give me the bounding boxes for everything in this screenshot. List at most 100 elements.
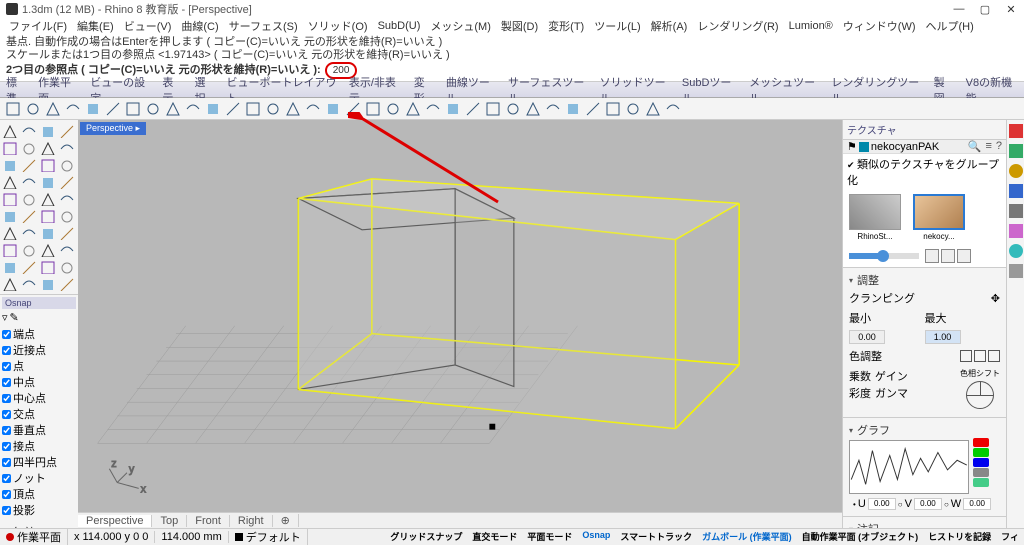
menu-item[interactable]: メッシュ(M) [425, 18, 496, 34]
sidebar-tool[interactable] [57, 173, 76, 190]
status-toggle[interactable]: 直交モード [467, 530, 522, 543]
sidebar-tool[interactable] [57, 156, 76, 173]
cplane-label[interactable]: 作業平面 [17, 529, 61, 545]
sidebar-tool[interactable] [38, 122, 57, 139]
menu-item[interactable]: 編集(E) [72, 18, 119, 34]
panel-render-icon[interactable] [1009, 124, 1023, 138]
osnap-lasso-icon[interactable]: ✎ [10, 311, 19, 324]
osnap-item[interactable]: 頂点 [2, 486, 76, 502]
sidebar-tool[interactable] [19, 173, 38, 190]
toolbar-button[interactable] [44, 100, 62, 118]
group-similar-label[interactable]: 類似のテクスチャをグループ化 [847, 159, 999, 187]
toolbar-button[interactable] [84, 100, 102, 118]
menu-item[interactable]: 変形(T) [543, 18, 589, 34]
hue-dial[interactable] [966, 381, 994, 409]
panel-props-icon[interactable] [1009, 204, 1023, 218]
toolbar-button[interactable] [624, 100, 642, 118]
toolbar-button[interactable] [304, 100, 322, 118]
viewport-area[interactable]: Perspective ▸ [78, 120, 842, 528]
sidebar-tool[interactable] [19, 139, 38, 156]
osnap-item[interactable]: 点 [2, 358, 76, 374]
maximize-button[interactable]: ▢ [978, 2, 992, 16]
toolbar-button[interactable] [284, 100, 302, 118]
toolbar-button[interactable] [4, 100, 22, 118]
toolbar-button[interactable] [604, 100, 622, 118]
search-icon[interactable]: 🔍 [968, 140, 982, 153]
w-value[interactable]: 0.00 [963, 498, 991, 510]
adj-opt2-icon[interactable] [974, 350, 986, 362]
view-list-icon[interactable] [941, 249, 955, 263]
panel-libraries-icon[interactable] [1009, 224, 1023, 238]
texture-thumb-2[interactable]: nekocy... [911, 194, 967, 241]
menu-item[interactable]: ヘルプ(H) [921, 18, 979, 34]
osnap-item[interactable]: 接点 [2, 438, 76, 454]
toolbar-button[interactable] [404, 100, 422, 118]
sidebar-tool[interactable] [0, 275, 19, 292]
panel-display-icon[interactable] [1009, 264, 1023, 278]
sidebar-tool[interactable] [0, 258, 19, 275]
graph-display[interactable] [849, 440, 969, 494]
adj-opt3-icon[interactable] [988, 350, 1000, 362]
texture-thumb-1[interactable]: RhinoSt... [847, 194, 903, 241]
help-icon[interactable]: ? [996, 140, 1002, 153]
menu-item[interactable]: 解析(A) [646, 18, 693, 34]
toolbar-button[interactable] [164, 100, 182, 118]
sidebar-tool[interactable] [57, 207, 76, 224]
sidebar-tool[interactable] [57, 122, 76, 139]
sidebar-tool[interactable] [38, 224, 57, 241]
viewport-tab[interactable]: Perspective [78, 515, 152, 527]
menu-item[interactable]: ツール(L) [589, 18, 645, 34]
sidebar-tool[interactable] [38, 156, 57, 173]
sidebar-tool[interactable] [0, 139, 19, 156]
graph-swatches[interactable] [973, 438, 989, 496]
toolbar-button[interactable] [124, 100, 142, 118]
toolbar-button[interactable] [584, 100, 602, 118]
menu-item[interactable]: 曲線(C) [176, 18, 223, 34]
viewport-canvas[interactable]: x z y [78, 120, 842, 512]
status-toggle[interactable]: ガムボール (作業平面) [697, 530, 797, 543]
toolbar-button[interactable] [664, 100, 682, 118]
sidebar-tool[interactable] [38, 241, 57, 258]
sidebar-tool[interactable] [57, 258, 76, 275]
menu-item[interactable]: ウィンドウ(W) [838, 18, 921, 34]
osnap-filter-icon[interactable]: ▿ [2, 311, 8, 324]
toolbar-button[interactable] [444, 100, 462, 118]
status-toggle[interactable]: 平面モード [522, 530, 577, 543]
toolbar-button[interactable] [464, 100, 482, 118]
sidebar-tool[interactable] [38, 190, 57, 207]
osnap-item[interactable]: 近接点 [2, 342, 76, 358]
sidebar-tool[interactable] [0, 190, 19, 207]
menu-icon[interactable]: ≡ [985, 140, 991, 153]
sidebar-tool[interactable] [19, 207, 38, 224]
status-toggle[interactable]: Osnap [577, 530, 615, 543]
toolbar-button[interactable] [224, 100, 242, 118]
toolbar-button[interactable] [104, 100, 122, 118]
menu-item[interactable]: ビュー(V) [119, 18, 177, 34]
toolbar-button[interactable] [544, 100, 562, 118]
u-value[interactable]: 0.00 [868, 498, 896, 510]
clamping-center-icon[interactable]: ✥ [991, 292, 1000, 305]
menu-item[interactable]: SubD(U) [373, 20, 426, 32]
osnap-item[interactable]: 交点 [2, 406, 76, 422]
sidebar-tool[interactable] [19, 190, 38, 207]
viewport-tab[interactable]: Top [152, 515, 187, 527]
toolbar-button[interactable] [364, 100, 382, 118]
panel-sun-icon[interactable] [1009, 164, 1023, 178]
sidebar-tool[interactable] [19, 156, 38, 173]
toolbar-button[interactable] [64, 100, 82, 118]
view-tree-icon[interactable] [957, 249, 971, 263]
toolbar-button[interactable] [264, 100, 282, 118]
sidebar-tool[interactable] [19, 224, 38, 241]
toolbar-button[interactable] [524, 100, 542, 118]
sidebar-tool[interactable] [38, 207, 57, 224]
toolbar-button[interactable] [204, 100, 222, 118]
record-icon[interactable] [6, 533, 14, 541]
sidebar-tool[interactable] [57, 190, 76, 207]
toolbar-button[interactable] [644, 100, 662, 118]
sidebar-tool[interactable] [38, 173, 57, 190]
panel-materials-icon[interactable] [1009, 144, 1023, 158]
adj-opt1-icon[interactable] [960, 350, 972, 362]
toolbar-button[interactable] [184, 100, 202, 118]
toolbar-button[interactable] [504, 100, 522, 118]
status-toggle[interactable]: フィ [996, 530, 1024, 543]
